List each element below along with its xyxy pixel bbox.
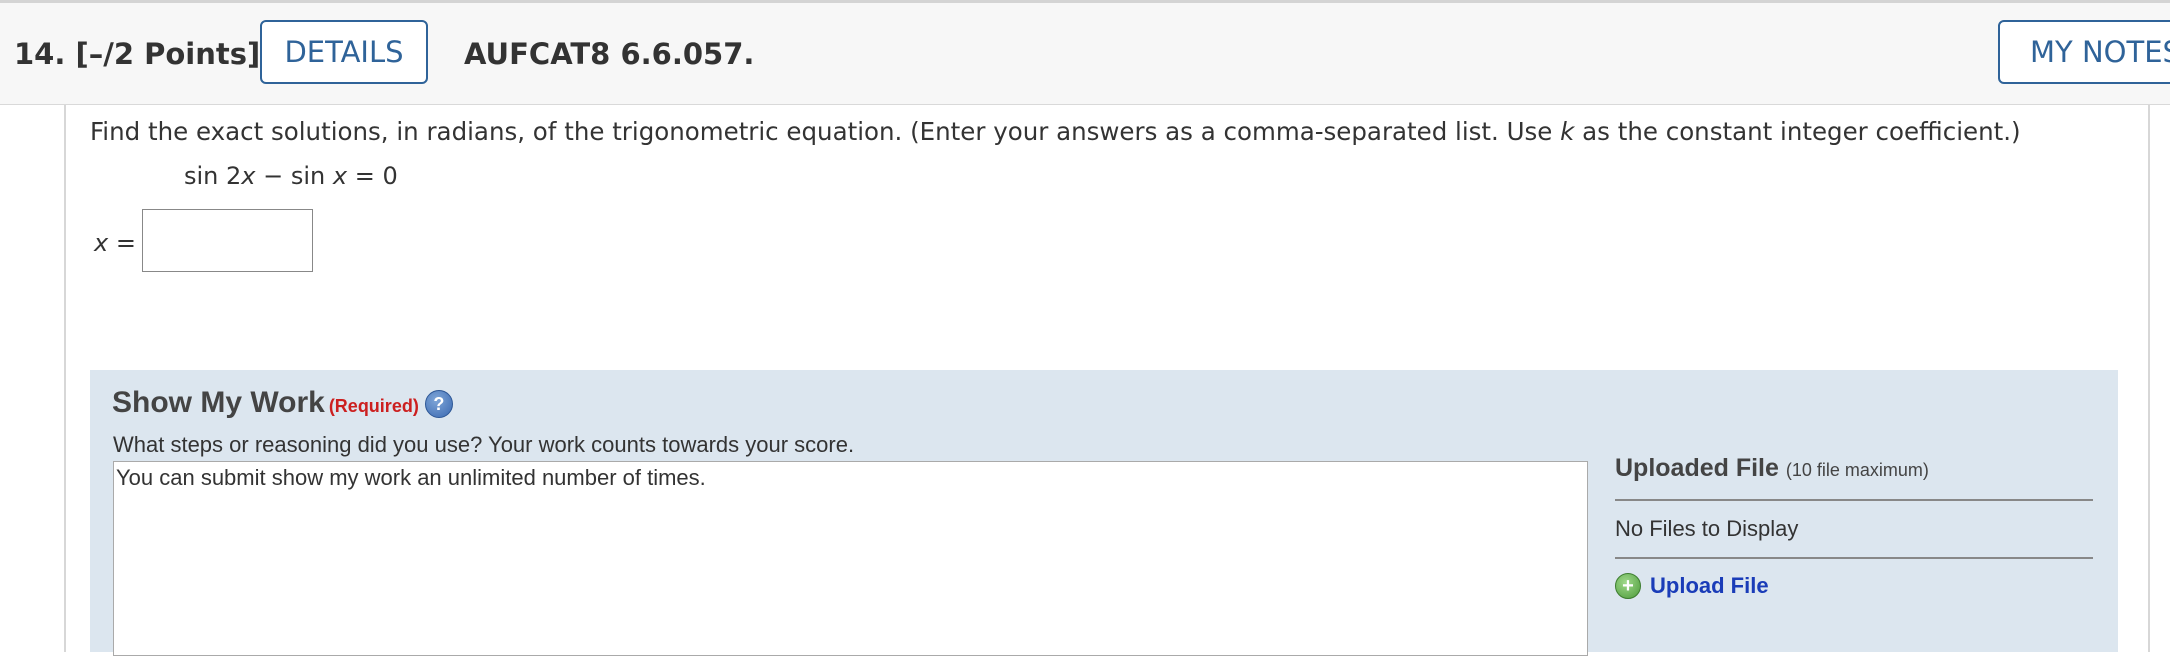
equation-part-2: − sin [255, 162, 333, 190]
question-number: 14. [–/2 Points] [14, 37, 261, 71]
upload-file-link[interactable]: + Upload File [1615, 573, 1769, 599]
equation: sin 2x − sin x = 0 [184, 162, 398, 190]
problem-code: AUFCAT8 6.6.057. [464, 37, 755, 71]
show-my-work-question: What steps or reasoning did you use? You… [113, 432, 855, 457]
answer-input[interactable] [142, 209, 313, 272]
divider [1615, 557, 2093, 559]
required-label: (Required) [328, 396, 419, 416]
answer-label-eq: = [108, 229, 136, 257]
question-header: 14. [–/2 Points] DETAILS AUFCAT8 6.6.057… [0, 3, 2170, 105]
upload-file-label: Upload File [1650, 573, 1769, 598]
answer-label: x = [94, 229, 136, 257]
divider [1615, 499, 2093, 501]
details-button[interactable]: DETAILS [260, 20, 428, 84]
my-notes-button[interactable]: MY NOTES [1998, 20, 2170, 84]
plus-circle-icon: + [1615, 573, 1641, 599]
no-files-text: No Files to Display [1615, 516, 1799, 541]
equation-var-2: x [332, 162, 348, 190]
equation-var-1: x [241, 162, 256, 190]
prompt-text-before: Find the exact solutions, in radians, of… [90, 117, 1561, 146]
answer-label-var: x [94, 229, 109, 257]
question-prompt: Find the exact solutions, in radians, of… [90, 117, 2021, 146]
right-border [2148, 105, 2150, 652]
show-my-work-heading: Show My Work (Required)? [112, 386, 453, 420]
work-textarea[interactable]: You can submit show my work an unlimited… [113, 461, 1588, 656]
show-my-work-panel: Show My Work (Required)? What steps or re… [90, 370, 2118, 656]
help-icon[interactable]: ? [424, 390, 453, 418]
uploaded-file-note: (10 file maximum) [1785, 460, 1929, 480]
prompt-text-after: as the constant integer coefficient.) [1574, 117, 2021, 146]
show-my-work-title: Show My Work [112, 386, 325, 419]
equation-part-3: = 0 [347, 162, 398, 190]
k-variable: k [1560, 117, 1575, 146]
uploaded-file-heading: Uploaded File (10 file maximum) [1615, 454, 1929, 483]
equation-part-1: sin 2 [184, 162, 242, 190]
left-border [64, 105, 66, 652]
uploaded-file-title: Uploaded File [1615, 454, 1779, 482]
